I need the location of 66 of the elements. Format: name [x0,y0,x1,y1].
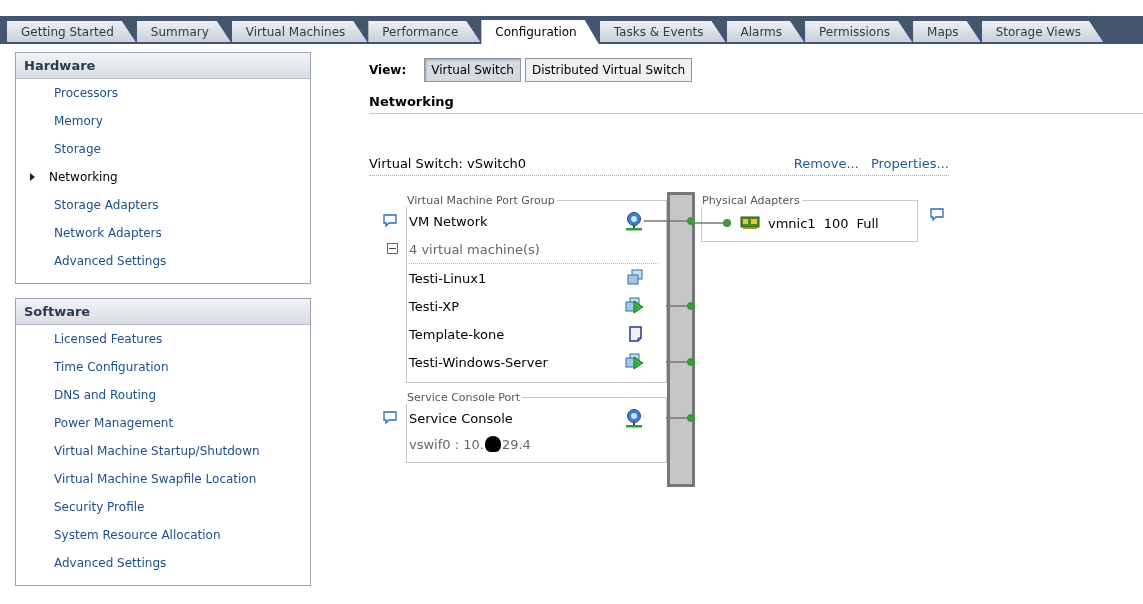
connector-line [694,218,732,228]
port-group-legend: Virtual Machine Port Group [405,194,557,207]
sidebar-item[interactable]: Networking [16,163,310,191]
tab[interactable]: Configuration [481,20,599,44]
adapter-name[interactable]: vmnic1 [768,215,816,231]
virtual-machine-name[interactable]: Testi-Linux1 [409,270,487,286]
template-icon [628,325,644,343]
panel-title: Hardware [16,53,310,79]
sidebar-item[interactable]: Memory [16,107,310,135]
adapter-speed: 100 [823,215,849,231]
comment-icon[interactable] [930,208,944,222]
tab[interactable]: Maps [913,21,981,42]
view-toggle-button[interactable]: Virtual Switch [424,58,521,82]
tab[interactable]: Performance [368,21,481,42]
network-icon [624,408,644,428]
tab[interactable]: Summary [136,21,231,42]
selected-arrow-icon [30,173,35,181]
sidebar-item[interactable]: System Resource Allocation [16,521,310,549]
sidebar-item[interactable]: Time Configuration [16,353,310,381]
port-group-legend: Service Console Port [405,391,523,404]
sidebar-item[interactable]: Virtual Machine Startup/Shutdown [16,437,310,465]
redaction-mark [484,436,501,452]
running-vm-icon [624,297,644,315]
port-group-name[interactable]: Service Console [409,410,513,426]
tab[interactable]: Tasks & Events [599,21,726,42]
tab[interactable]: Alarms [726,21,805,42]
interface-address: 29.4 [501,436,531,452]
vm-count: 4 virtual machine(s) [409,241,540,257]
tab[interactable]: Getting Started [7,21,136,42]
virtual-machine-name[interactable]: Testi-XP [409,298,459,314]
sidebar-item[interactable]: Network Adapters [16,219,310,247]
tab[interactable]: Storage Views [981,21,1104,42]
comment-icon[interactable] [383,214,397,228]
adapter-duplex: Full [856,215,879,231]
physical-adapters-legend: Physical Adapters [700,194,802,207]
view-label: View: [369,63,407,77]
interface-address: vswif0 : 10. [409,436,484,452]
action-link[interactable]: Remove... [793,156,859,171]
switch-title: Virtual Switch: vSwitch0 [369,156,527,171]
comment-icon[interactable] [383,411,397,425]
sidebar-item[interactable]: Processors [16,79,310,107]
section-title: Networking [369,94,1143,114]
network-card-icon [740,216,760,230]
virtual-machine-name[interactable]: Testi-Windows-Server [409,354,548,370]
tab[interactable]: Virtual Machines [231,21,368,42]
port-group-name[interactable]: VM Network [409,213,488,229]
running-vm-icon [624,353,644,371]
sidebar-item[interactable]: Power Management [16,409,310,437]
action-link[interactable]: Properties... [870,156,949,171]
view-toggle-button[interactable]: Distributed Virtual Switch [524,58,693,82]
virtual-machine-icon [626,269,644,287]
tab[interactable]: Permissions [805,21,913,42]
virtual-machine-name[interactable]: Template-kone [409,326,505,342]
sidebar-item[interactable]: Advanced Settings [16,247,310,275]
connector-line [666,413,696,423]
connector-line [644,216,696,226]
sidebar-item[interactable]: Storage [16,135,310,163]
collapse-toggle[interactable] [387,243,398,254]
sidebar-item[interactable]: Licensed Features [16,325,310,353]
sidebar-item[interactable]: Storage Adapters [16,191,310,219]
panel-title: Software [16,299,310,325]
sidebar-item[interactable]: DNS and Routing [16,381,310,409]
sidebar-item[interactable]: Virtual Machine Swapfile Location [16,465,310,493]
sidebar-item[interactable]: Advanced Settings [16,549,310,577]
network-icon [624,211,644,231]
sidebar-item[interactable]: Security Profile [16,493,310,521]
